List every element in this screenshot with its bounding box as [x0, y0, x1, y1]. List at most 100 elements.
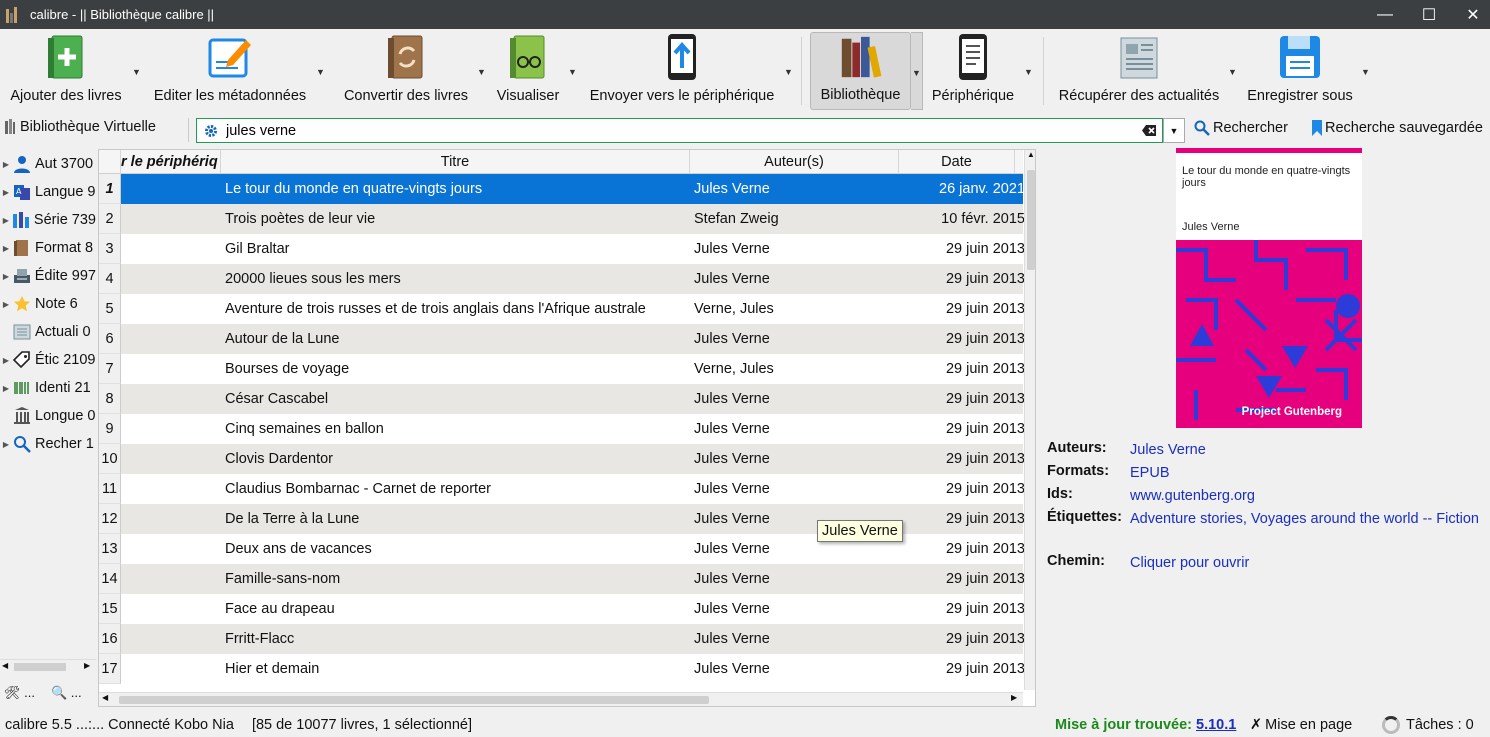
- jobs-button[interactable]: Tâches : 0: [1382, 716, 1474, 734]
- row-number[interactable]: 11: [99, 474, 121, 504]
- send-to-device-button[interactable]: Envoyer vers le périphérique: [586, 32, 778, 110]
- title-cell[interactable]: Bourses de voyage: [225, 354, 685, 384]
- date-cell[interactable]: 29 juin 2013: [915, 654, 1025, 684]
- library-button[interactable]: Bibliothèque: [810, 32, 911, 110]
- title-cell[interactable]: Clovis Dardentor: [225, 444, 685, 474]
- table-row[interactable]: 3 Gil Braltar Jules Verne 29 juin 2013: [99, 234, 1025, 264]
- author-cell[interactable]: Jules Verne: [694, 594, 894, 624]
- author-cell[interactable]: Jules Verne: [694, 624, 894, 654]
- author-cell[interactable]: Jules Verne: [694, 234, 894, 264]
- expand-arrow-icon[interactable]: ▶: [0, 300, 12, 309]
- date-cell[interactable]: 29 juin 2013: [915, 294, 1025, 324]
- author-cell[interactable]: Jules Verne: [694, 324, 894, 354]
- view-button[interactable]: Visualiser: [494, 32, 562, 110]
- date-cell[interactable]: 26 janv. 2021: [915, 174, 1025, 204]
- ids-link[interactable]: www.gutenberg.org: [1130, 486, 1480, 507]
- row-cells[interactable]: César Cascabel Jules Verne 29 juin 2013: [121, 384, 1025, 414]
- row-number[interactable]: 3: [99, 234, 121, 264]
- author-cell[interactable]: Jules Verne: [694, 384, 894, 414]
- expand-arrow-icon[interactable]: ▶: [0, 188, 12, 197]
- title-cell[interactable]: De la Terre à la Lune: [225, 504, 685, 534]
- table-row[interactable]: 1 Le tour du monde en quatre-vingts jours…: [99, 174, 1025, 204]
- row-number[interactable]: 14: [99, 564, 121, 594]
- row-number[interactable]: 5: [99, 294, 121, 324]
- expand-arrow-icon[interactable]: ▶: [0, 160, 12, 169]
- device-dropdown-arrow[interactable]: ▼: [1024, 67, 1033, 77]
- row-cells[interactable]: 20000 lieues sous les mers Jules Verne 29 …: [121, 264, 1025, 294]
- view-dropdown-arrow[interactable]: ▼: [568, 67, 577, 77]
- row-number[interactable]: 12: [99, 504, 121, 534]
- clear-search-icon[interactable]: [1142, 125, 1156, 136]
- authors-column-header[interactable]: Auteur(s): [690, 150, 899, 174]
- send-device-dropdown-arrow[interactable]: ▼: [784, 67, 793, 77]
- row-cells[interactable]: Claudius Bombarnac - Carnet de reporter J…: [121, 474, 1025, 504]
- date-cell[interactable]: 29 juin 2013: [915, 534, 1025, 564]
- search-settings-gear-icon[interactable]: [204, 124, 218, 138]
- row-number[interactable]: 15: [99, 594, 121, 624]
- tag-browser-item[interactable]: ▶ Note 6: [0, 292, 96, 316]
- date-column-header[interactable]: Date: [899, 150, 1015, 174]
- title-cell[interactable]: Hier et demain: [225, 654, 685, 684]
- author-cell[interactable]: Jules Verne: [694, 264, 894, 294]
- expand-arrow-icon[interactable]: ▶: [0, 216, 12, 225]
- date-cell[interactable]: 29 juin 2013: [915, 474, 1025, 504]
- tag-browser-item[interactable]: ▶ Format 8: [0, 236, 96, 260]
- table-row[interactable]: 4 20000 lieues sous les mers Jules Verne 29…: [99, 264, 1025, 294]
- row-number[interactable]: 8: [99, 384, 121, 414]
- tag-browser-item[interactable]: ▶ Recher 1: [0, 432, 96, 456]
- table-row[interactable]: 14 Famille-sans-nom Jules Verne 29 juin 201…: [99, 564, 1025, 594]
- title-cell[interactable]: Cinq semaines en ballon: [225, 414, 685, 444]
- expand-arrow-icon[interactable]: ▶: [0, 244, 12, 253]
- date-cell[interactable]: 29 juin 2013: [915, 444, 1025, 474]
- row-number[interactable]: 6: [99, 324, 121, 354]
- search-history-dropdown[interactable]: ▼: [1163, 118, 1185, 143]
- row-cells[interactable]: Face au drapeau Jules Verne 29 juin 2013: [121, 594, 1025, 624]
- book-list-horizontal-scrollbar[interactable]: ◀ ▶: [99, 692, 1023, 706]
- title-cell[interactable]: Famille-sans-nom: [225, 564, 685, 594]
- title-cell[interactable]: César Cascabel: [225, 384, 685, 414]
- row-number[interactable]: 7: [99, 354, 121, 384]
- book-cover[interactable]: Le tour du monde en quatre-vingts jours …: [1176, 148, 1362, 428]
- row-number[interactable]: 13: [99, 534, 121, 564]
- expand-arrow-icon[interactable]: ▶: [0, 356, 12, 365]
- search-input[interactable]: [226, 122, 1106, 139]
- row-cells[interactable]: Bourses de voyage Verne, Jules 29 juin 201…: [121, 354, 1025, 384]
- tag-browser-item[interactable]: ▶ Étic 2109: [0, 348, 96, 372]
- convert-books-button[interactable]: Convertir des livres: [340, 32, 472, 110]
- author-cell[interactable]: Jules Verne: [694, 414, 894, 444]
- table-row[interactable]: 6 Autour de la Lune Jules Verne 29 juin 201…: [99, 324, 1025, 354]
- row-number[interactable]: 2: [99, 204, 121, 234]
- row-cells[interactable]: Cinq semaines en ballon Jules Verne 29 jui…: [121, 414, 1025, 444]
- row-cells[interactable]: Trois poètes de leur vie Stefan Zweig 10 f…: [121, 204, 1025, 234]
- row-cells[interactable]: Frritt-Flacc Jules Verne 29 juin 2013: [121, 624, 1025, 654]
- date-cell[interactable]: 29 juin 2013: [915, 234, 1025, 264]
- minimize-button[interactable]: —: [1362, 0, 1408, 29]
- table-row[interactable]: 9 Cinq semaines en ballon Jules Verne 29 ju…: [99, 414, 1025, 444]
- table-row[interactable]: 11 Claudius Bombarnac - Carnet de reporte…: [99, 474, 1025, 504]
- table-row[interactable]: 8 César Cascabel Jules Verne 29 juin 2013: [99, 384, 1025, 414]
- path-link[interactable]: Cliquer pour ouvrir: [1130, 553, 1480, 574]
- row-cells[interactable]: Clovis Dardentor Jules Verne 29 juin 2013: [121, 444, 1025, 474]
- title-cell[interactable]: Gil Braltar: [225, 234, 685, 264]
- expand-arrow-icon[interactable]: ▶: [0, 384, 12, 393]
- row-cells[interactable]: Gil Braltar Jules Verne 29 juin 2013: [121, 234, 1025, 264]
- edit-metadata-button[interactable]: Editer les métadonnées: [150, 32, 310, 110]
- title-cell[interactable]: Claudius Bombarnac - Carnet de reporter: [225, 474, 685, 504]
- device-column-header[interactable]: r le périphériq: [121, 150, 221, 174]
- row-cells[interactable]: Famille-sans-nom Jules Verne 29 juin 2013: [121, 564, 1025, 594]
- tag-browser-item[interactable]: ▶ Édite 997: [0, 264, 96, 288]
- title-cell[interactable]: Deux ans de vacances: [225, 534, 685, 564]
- library-dropdown[interactable]: ▼: [911, 32, 923, 110]
- row-number[interactable]: 16: [99, 624, 121, 654]
- save-to-disk-button[interactable]: Enregistrer sous: [1246, 32, 1354, 110]
- book-list-vertical-scrollbar[interactable]: ▲: [1024, 150, 1035, 690]
- row-cells[interactable]: Le tour du monde en quatre-vingts jours J…: [221, 174, 1025, 204]
- row-number[interactable]: 1: [99, 174, 121, 204]
- date-cell[interactable]: 10 févr. 2015: [915, 204, 1025, 234]
- tag-browser-item[interactable]: ▶ Aut 3700: [0, 152, 96, 176]
- fetch-news-dropdown-arrow[interactable]: ▼: [1228, 67, 1237, 77]
- add-books-dropdown-arrow[interactable]: ▼: [132, 67, 141, 77]
- tag-browser-scrollbar[interactable]: ◀ ▶: [0, 659, 96, 674]
- row-number[interactable]: 10: [99, 444, 121, 474]
- expand-arrow-icon[interactable]: ▶: [0, 440, 12, 449]
